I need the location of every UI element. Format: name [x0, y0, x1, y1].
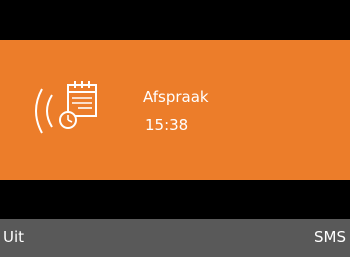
alert-time: 15:38 — [145, 116, 189, 134]
softkey-bar: Uit SMS — [0, 219, 350, 257]
off-softkey[interactable]: Uit — [3, 228, 24, 246]
alert-title: Afspraak — [143, 88, 209, 106]
sms-softkey[interactable]: SMS — [314, 228, 346, 246]
appointment-alert-panel: Afspraak 15:38 — [0, 40, 350, 180]
calendar-alarm-icon — [59, 81, 97, 129]
phone-display: Afspraak 15:38 Uit SMS — [0, 0, 350, 257]
ringing-sound-icon — [35, 88, 53, 134]
